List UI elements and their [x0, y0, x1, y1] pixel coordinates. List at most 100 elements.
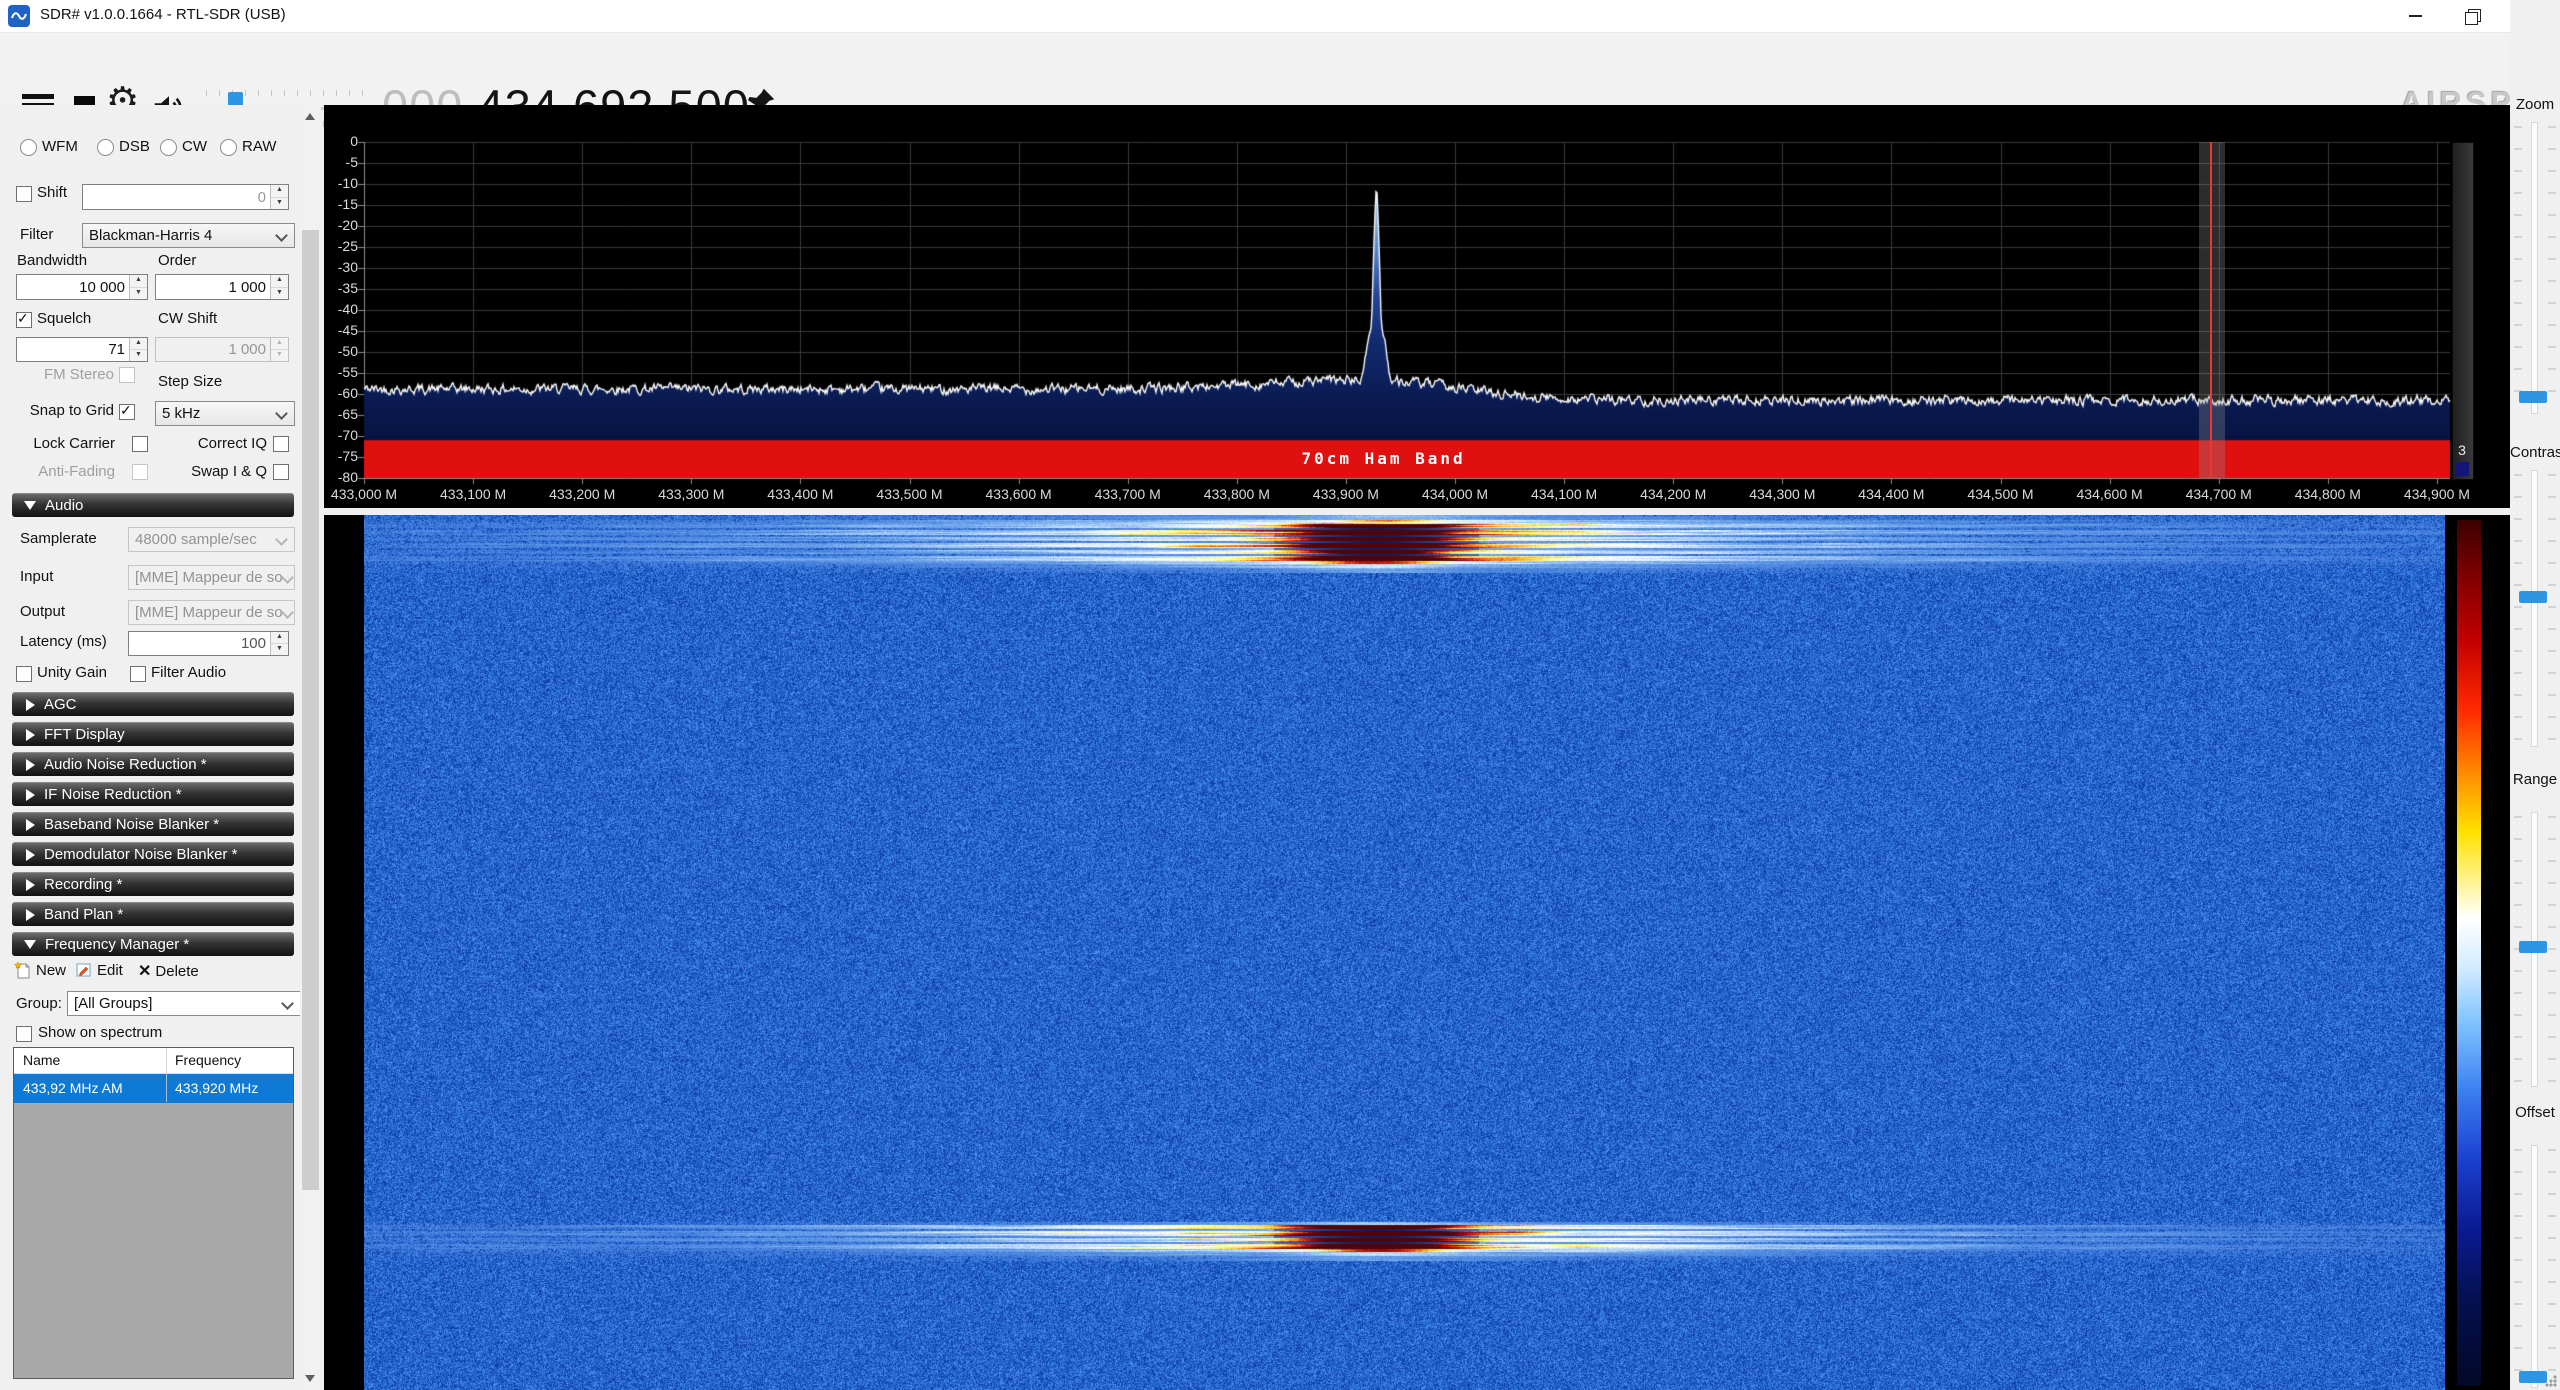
zoom-slider-handle[interactable] — [2519, 391, 2547, 403]
slider-tick — [2514, 474, 2522, 476]
squelch-spinner[interactable]: ▲▼ — [129, 338, 147, 361]
maximize-button[interactable] — [2444, 0, 2502, 32]
show-on-spectrum-checkbox[interactable] — [16, 1026, 32, 1042]
window-title: SDR# v1.0.0.1664 - RTL-SDR (USB) — [40, 6, 286, 23]
mode-radio-raw[interactable] — [220, 139, 237, 156]
shift-spinner[interactable]: ▲▼ — [270, 185, 288, 209]
table-row[interactable]: 433,92 MHz AM 433,920 MHz — [14, 1074, 293, 1103]
section-header-band-plan[interactable]: Band Plan * — [12, 902, 294, 926]
slider-tick — [2548, 390, 2556, 392]
shift-checkbox[interactable] — [16, 186, 32, 202]
waterfall-canvas[interactable] — [364, 515, 2445, 1390]
bandwidth-input[interactable]: 10 000▲▼ — [16, 274, 148, 300]
contrast-slider-label: Contrast — [2510, 444, 2560, 461]
volume-tick — [349, 90, 350, 96]
contrast-slider[interactable] — [2531, 470, 2538, 747]
slider-tick — [2514, 1347, 2522, 1349]
samplerate-label: Samplerate — [20, 530, 97, 547]
slider-tick — [2514, 192, 2522, 194]
tuning-carrier-line[interactable] — [2210, 142, 2212, 478]
slider-tick — [2548, 170, 2556, 172]
slider-tick — [2514, 1215, 2522, 1217]
order-spinner[interactable]: ▲▼ — [270, 275, 288, 299]
bandwidth-spinner[interactable]: ▲▼ — [129, 275, 147, 299]
correct-iq-checkbox[interactable] — [273, 436, 289, 452]
section-header-baseband-noise-blanker[interactable]: Baseband Noise Blanker * — [12, 812, 294, 836]
swap-iq-label: Swap I & Q — [170, 463, 267, 480]
correct-iq-label: Correct IQ — [170, 435, 267, 452]
scrollbar-thumb[interactable] — [302, 230, 319, 1190]
new-button[interactable]: New — [14, 961, 66, 979]
section-header-agc[interactable]: AGC — [12, 692, 294, 716]
range-slider-handle[interactable] — [2519, 941, 2547, 953]
panel-scrollbar[interactable] — [300, 105, 321, 1390]
resize-grip[interactable] — [2545, 1375, 2557, 1387]
maximize-icon-back — [2465, 12, 2478, 25]
mode-radio-dsb[interactable] — [97, 139, 114, 156]
db-tick-label: -30 — [324, 259, 358, 275]
contrast-slider-handle[interactable] — [2519, 591, 2547, 603]
column-header-frequency[interactable]: Frequency — [166, 1048, 241, 1073]
swap-iq-checkbox[interactable] — [273, 464, 289, 480]
cell-name: 433,92 MHz AM — [14, 1074, 166, 1103]
section-header-demodulator-noise-blanker[interactable]: Demodulator Noise Blanker * — [12, 842, 294, 866]
slider-tick — [2514, 628, 2522, 630]
slider-tick — [2514, 882, 2522, 884]
slider-tick — [2514, 518, 2522, 520]
tuning-bandwidth-marker[interactable] — [2199, 142, 2225, 478]
offset-slider-handle[interactable] — [2519, 1371, 2547, 1383]
slider-tick — [2548, 838, 2556, 840]
section-header-if-noise-reduction[interactable]: IF Noise Reduction * — [12, 782, 294, 806]
section-header-fft-display[interactable]: FFT Display — [12, 722, 294, 746]
slider-tick — [2514, 860, 2522, 862]
section-header-recording[interactable]: Recording * — [12, 872, 294, 896]
slider-tick — [2548, 1215, 2556, 1217]
section-header-audio-noise-reduction[interactable]: Audio Noise Reduction * — [12, 752, 294, 776]
minimize-button[interactable] — [2386, 0, 2444, 32]
step-size-dropdown[interactable]: 5 kHz — [155, 401, 295, 426]
squelch-input[interactable]: 71▲▼ — [16, 337, 148, 362]
slider-tick — [2514, 816, 2522, 818]
order-input[interactable]: 1 000▲▼ — [155, 274, 289, 300]
section-header-frequency-manager[interactable]: Frequency Manager * — [12, 932, 294, 956]
group-dropdown[interactable]: [All Groups] — [67, 991, 301, 1016]
zoom-slider[interactable] — [2531, 122, 2538, 414]
column-header-name[interactable]: Name — [14, 1048, 166, 1073]
slider-tick — [2548, 948, 2556, 950]
spectrum-canvas[interactable] — [324, 105, 2510, 508]
db-tick-label: -10 — [324, 175, 358, 191]
spectrum-display[interactable]: 0-5-10-15-20-25-30-35-40-45-50-55-60-65-… — [324, 105, 2510, 508]
filter-dropdown[interactable]: Blackman-Harris 4 — [82, 223, 295, 248]
db-tick-label: -80 — [324, 469, 358, 485]
snap-to-grid-checkbox[interactable] — [119, 404, 135, 420]
offset-slider[interactable] — [2531, 1145, 2538, 1388]
delete-button[interactable]: ✕ Delete — [138, 961, 199, 981]
db-tick-label: -15 — [324, 196, 358, 212]
shift-input[interactable]: 0▲▼ — [82, 184, 289, 210]
scrollbar-down-icon[interactable] — [305, 1375, 315, 1382]
squelch-checkbox[interactable] — [16, 312, 32, 328]
slider-tick — [2548, 992, 2556, 994]
snap-to-grid-label: Snap to Grid — [14, 402, 114, 419]
scrollbar-up-icon[interactable] — [305, 113, 315, 120]
waterfall-display[interactable] — [324, 515, 2510, 1390]
spectrum-scrollbar[interactable] — [2452, 142, 2474, 480]
freq-tick-label: 433,600 M — [964, 486, 1074, 502]
slider-tick — [2514, 280, 2522, 282]
lock-carrier-checkbox[interactable] — [132, 436, 148, 452]
minimize-icon — [2409, 15, 2422, 17]
filter-audio-checkbox[interactable] — [130, 666, 146, 682]
latency-input[interactable]: 100▲▼ — [128, 631, 289, 656]
chevron-down-icon — [275, 533, 288, 546]
main-toolbar: ⚙ 000.434.692.500 AIRSPY — [0, 33, 2560, 105]
slider-tick — [2514, 1237, 2522, 1239]
edit-button[interactable]: Edit — [75, 961, 123, 979]
mode-radio-cw[interactable] — [160, 139, 177, 156]
section-label: Audio Noise Reduction * — [44, 756, 207, 773]
chevron-collapsed-icon — [26, 879, 35, 891]
spectrum-scrollbar-thumb[interactable] — [2455, 462, 2469, 476]
latency-spinner[interactable]: ▲▼ — [270, 632, 288, 655]
mode-radio-wfm[interactable] — [20, 139, 37, 156]
unity-gain-checkbox[interactable] — [16, 666, 32, 682]
audio-section-header[interactable]: Audio — [12, 493, 294, 517]
